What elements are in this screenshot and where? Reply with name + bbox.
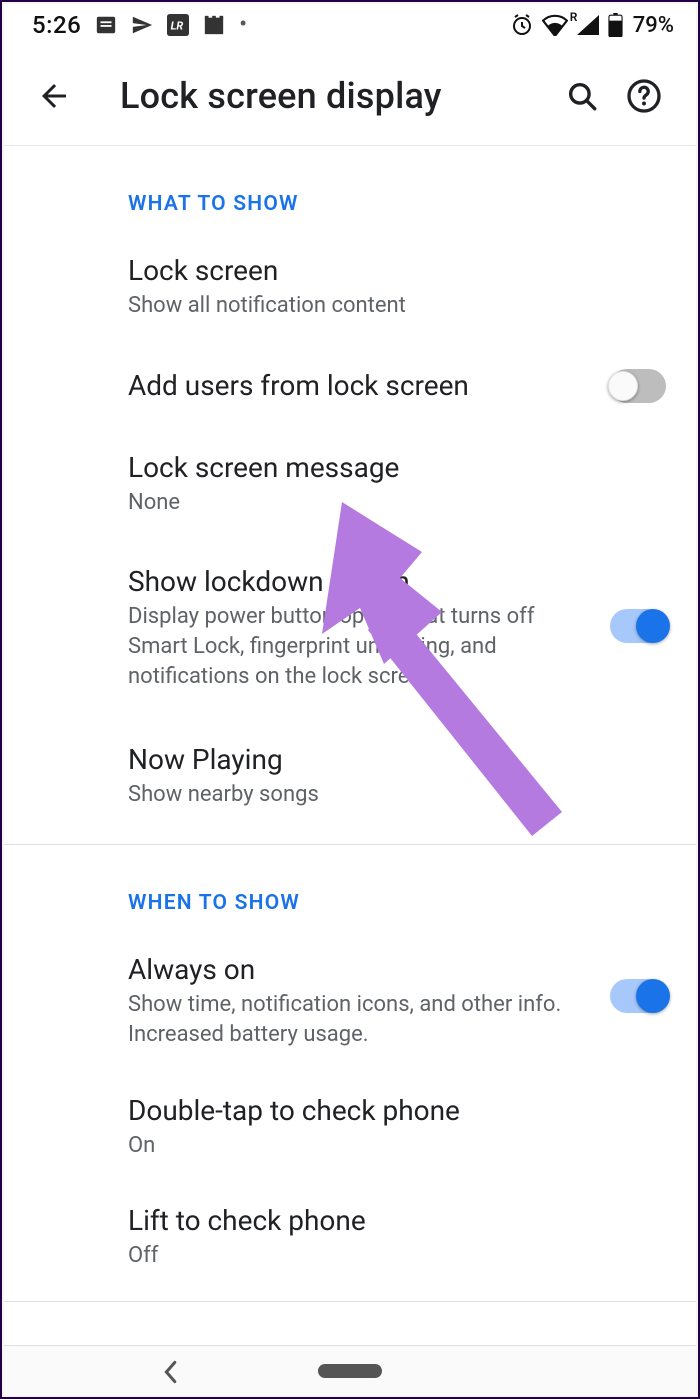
item-lock-screen[interactable]: Lock screen Show all notification conten… [4, 232, 696, 343]
more-notifications-icon: • [239, 14, 247, 36]
item-title: Always on [128, 953, 594, 986]
toggle-add-users[interactable] [610, 369, 666, 403]
item-subtitle: Show time, notification icons, and other… [128, 990, 568, 1049]
item-double-tap[interactable]: Double-tap to check phone On [4, 1072, 696, 1183]
system-nav-bar [4, 1345, 696, 1395]
status-time: 5:26 [32, 11, 81, 39]
item-now-playing[interactable]: Now Playing Show nearby songs [4, 721, 696, 844]
item-always-on[interactable]: Always on Show time, notification icons,… [4, 931, 696, 1071]
search-button[interactable] [558, 72, 606, 120]
item-subtitle: None [128, 488, 568, 518]
nav-home-pill[interactable] [318, 1364, 382, 1378]
app-bar: Lock screen display [4, 46, 696, 146]
item-subtitle: Show all notification content [128, 291, 568, 321]
item-title: Lock screen [128, 254, 650, 287]
section-header-what: WHAT TO SHOW [4, 146, 696, 232]
message-icon [95, 14, 117, 36]
settings-content: WHAT TO SHOW Lock screen Show all notifi… [4, 146, 696, 1345]
item-title: Lock screen message [128, 451, 650, 484]
item-subtitle: Display power button option that turns o… [128, 602, 568, 691]
item-subtitle: Show nearby songs [128, 780, 568, 810]
nav-back-icon[interactable] [160, 1360, 180, 1388]
item-subtitle: On [128, 1131, 568, 1161]
item-show-lockdown[interactable]: Show lockdown option Display power butto… [4, 539, 696, 721]
toggle-lockdown[interactable] [610, 609, 666, 643]
item-title: Lift to check phone [128, 1204, 650, 1237]
back-button[interactable] [32, 74, 76, 118]
toggle-always-on[interactable] [610, 979, 666, 1013]
item-title: Double-tap to check phone [128, 1094, 650, 1127]
item-title: Add users from lock screen [128, 369, 594, 402]
svg-text:LR: LR [171, 20, 184, 33]
wifi-icon [542, 14, 568, 36]
item-title: Now Playing [128, 743, 650, 776]
signal-icon: R [576, 14, 600, 36]
item-lock-screen-message[interactable]: Lock screen message None [4, 429, 696, 540]
item-add-users[interactable]: Add users from lock screen [4, 343, 696, 429]
battery-icon [608, 13, 623, 37]
help-button[interactable] [620, 72, 668, 120]
item-subtitle: Off [128, 1241, 568, 1271]
battery-text: 79% [633, 13, 674, 38]
item-lift-to-check[interactable]: Lift to check phone Off [4, 1182, 696, 1293]
calendar-icon [203, 14, 225, 36]
alarm-icon [510, 13, 534, 37]
page-title: Lock screen display [120, 75, 544, 117]
send-icon [131, 14, 153, 36]
app-lr-icon: LR [167, 14, 189, 36]
section-header-when: WHEN TO SHOW [4, 845, 696, 931]
status-bar: 5:26 LR • R [4, 4, 696, 46]
item-title: Show lockdown option [128, 565, 594, 598]
